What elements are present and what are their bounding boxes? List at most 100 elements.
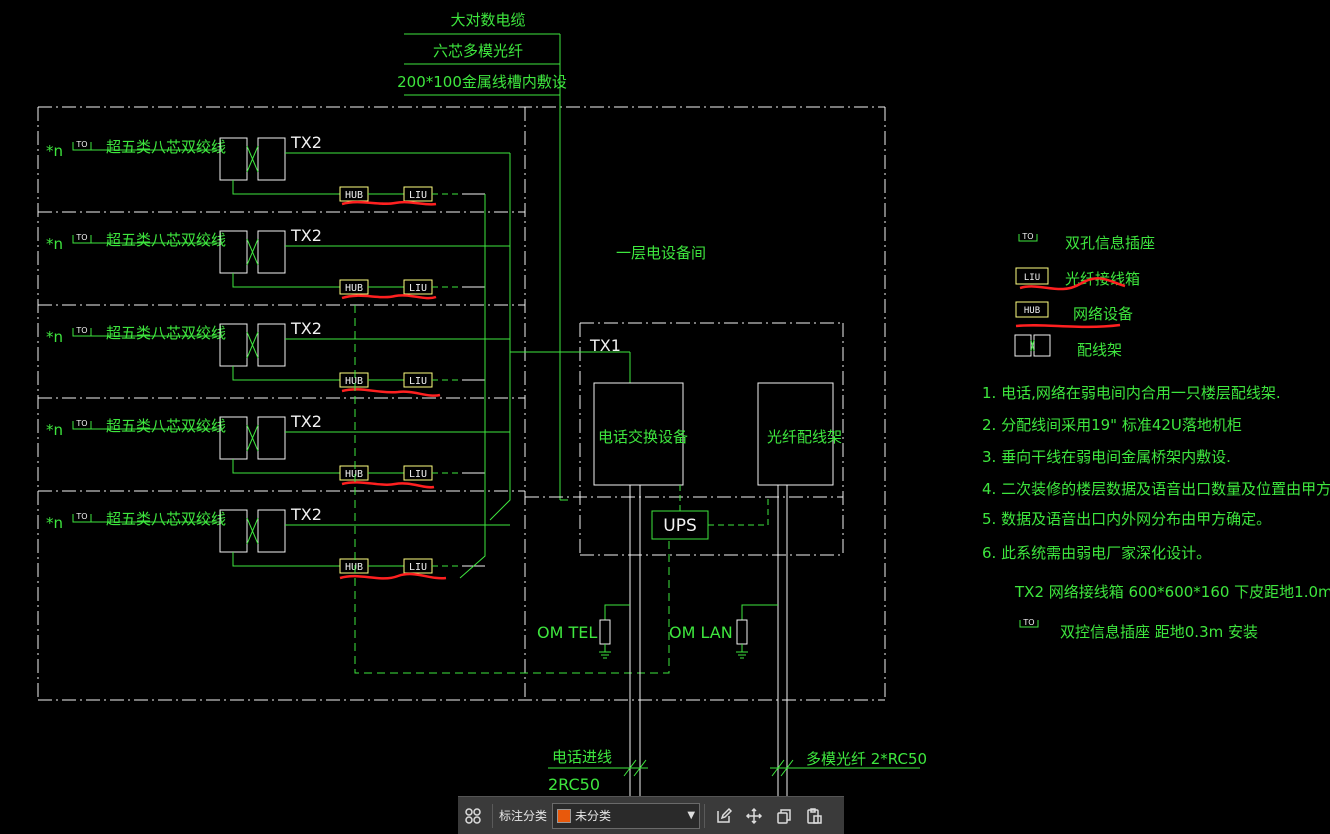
cable-label-line1: 大对数电缆 [450,11,525,29]
category-color-swatch [557,808,572,823]
fiber-incoming-label: 多模光纤 2*RC50 [806,750,927,768]
edit-button[interactable] [709,801,739,831]
annotation-toolbar: 标注分类 未分类 ▼ [458,796,844,834]
liu-label: LIU [409,283,427,294]
tx2-label: TX2 [290,412,322,431]
ground-icon [736,644,748,659]
hub-label: HUB [345,190,363,201]
outlet-count: *n [46,514,63,532]
phone-conduit-label: 2RC50 [548,775,600,794]
copy-button[interactable] [769,801,799,831]
ups-label: UPS [663,516,697,536]
cross-connect-icon [246,424,259,452]
outlet-count: *n [46,142,63,160]
notes: 1. 电话,网络在弱电间内合用一只楼层配线架. 2. 分配线间采用19" 标准42… [982,384,1330,562]
copper-riser [489,153,511,521]
red-markup-stroke [1015,323,1121,329]
floor-row: *n TO 超五类八芯双绞线 TX2 HUB LIU [46,133,510,206]
paste-icon [807,807,822,824]
floor-row: *n TO 超五类八芯双绞线 TX2 HUB LIU [46,505,510,580]
cross-connect-icon [246,331,259,359]
legend-label-to: 双孔信息插座 [1065,234,1155,252]
edit-icon [717,807,733,823]
horizontal-cable-label: 超五类八芯双绞线 [106,138,226,156]
cross-connect-icon [246,145,259,173]
legend-symbol-hub: HUB [1024,306,1040,316]
note-item: 6. 此系统需由弱电厂家深化设计。 [982,544,1211,562]
legend-symbol-liu: LIU [1024,273,1040,283]
move-icon [745,807,763,824]
tx2-label: TX2 [290,505,322,524]
floor-row: *n TO 超五类八芯双绞线 TX2 HUB LIU [46,412,510,489]
toolbar-divider [492,803,493,828]
outlet-tag: TO [75,233,87,242]
patch-panel-right[interactable] [257,230,286,274]
floor-rows: *n TO 超五类八芯双绞线 TX2 HUB LIU *n TO 超五类八芯双绞线 TX2 HUB L… [46,133,511,580]
category-label: 标注分类 [499,809,548,823]
liu-label: LIU [409,376,427,387]
equipment-room-title: 一层电设备间 [616,244,706,262]
tx2-label: TX2 [290,133,322,152]
hub-label: HUB [345,283,363,294]
outlet-tag: TO [75,419,87,428]
liu-label: LIU [409,469,427,480]
red-markup-stroke [341,200,437,206]
copy-icon [777,808,791,824]
horizontal-cable-label: 超五类八芯双绞线 [106,324,226,342]
note-item: 2. 分配线间采用19" 标准42U落地机柜 [982,416,1242,434]
backbone-cable-label: 大对数电缆 六芯多模光纤 200*100金属线槽内敷设 [397,11,568,501]
patch-panel-icon [1014,334,1032,357]
note-item: 4. 二次装修的楼层数据及语音出口数量及位置由甲方确定 [982,480,1330,498]
equipment-room: 一层电设备间 TX1 电话交换设备 光纤配线架 UPS OM TEL OM LA… [537,244,842,834]
patch-panel-right[interactable] [257,323,286,367]
patch-panel-right[interactable] [257,509,286,553]
legend-item-to: TO 双孔信息插座 [1018,232,1155,252]
legend-symbol-to: TO [1021,232,1033,241]
phone-incoming-label: 电话进线 [552,748,612,766]
horizontal-cable-label: 超五类八芯双绞线 [106,510,226,528]
note-item: 5. 数据及语音出口内外网分布由甲方确定。 [982,510,1271,528]
lan-ground-resistor [736,619,748,645]
grid-view-button[interactable] [458,801,488,831]
horizontal-cable-label: 超五类八芯双绞线 [106,231,226,249]
caret-down-icon: ▼ [687,810,696,821]
spec-tx2: TX2 网络接线箱 600*600*160 下皮距地1.0m [1014,583,1330,601]
floor-row: *n TO 超五类八芯双绞线 TX2 HUB LIU [46,319,510,397]
legend-item-patch: 配线架 [1014,334,1122,359]
legend: TO 双孔信息插座 LIU 光纤接线箱 HUB 网络设备 配线架 [1014,232,1155,359]
spec-lines: TX2 网络接线箱 600*600*160 下皮距地1.0m TO 双控信息插座… [1014,583,1330,641]
incoming-lines: 电话进线 2RC50 多模光纤 2*RC50 [548,748,927,794]
red-markup-stroke [339,572,447,580]
category-dropdown[interactable]: 未分类 ▼ [552,802,701,829]
toolbar-divider [704,803,706,828]
outlet-tag: TO [75,326,87,335]
cable-label-line3: 200*100金属线槽内敷设 [397,73,567,91]
category-value: 未分类 [575,809,612,823]
ground-icon [599,644,611,659]
patch-panel-right[interactable] [257,137,286,181]
hub-label: HUB [345,469,363,480]
outlet-tag: TO [75,512,87,521]
paste-button[interactable] [799,801,829,831]
red-markup-stroke [341,481,435,489]
tx1-label: TX1 [589,336,621,355]
cross-connect-icon [246,238,259,266]
patch-panel-right[interactable] [257,416,286,460]
floor-row: *n TO 超五类八芯双绞线 TX2 HUB LIU [46,226,510,300]
tx2-label: TX2 [290,319,322,338]
cad-drawing-canvas[interactable]: 大对数电缆 六芯多模光纤 200*100金属线槽内敷设 *n TO 超五类八芯双绞线… [0,0,1330,834]
note-item: 1. 电话,网络在弱电间内合用一只楼层配线架. [982,384,1281,402]
legend-item-hub: HUB 网络设备 [1015,301,1133,329]
red-markup-stroke [341,294,437,300]
om-lan-label: OM LAN [669,623,733,642]
liu-label: LIU [409,562,427,573]
phone-switch-label: 电话交换设备 [598,428,688,446]
hub-label: HUB [345,376,363,387]
vertical-trunk [354,305,843,674]
fiber-frame-label: 光纤配线架 [767,428,842,446]
grid-icon [465,807,481,824]
legend-label-patch: 配线架 [1077,341,1122,359]
horizontal-cable-label: 超五类八芯双绞线 [106,417,226,435]
move-button[interactable] [739,801,769,831]
tel-ground-resistor [599,619,611,645]
